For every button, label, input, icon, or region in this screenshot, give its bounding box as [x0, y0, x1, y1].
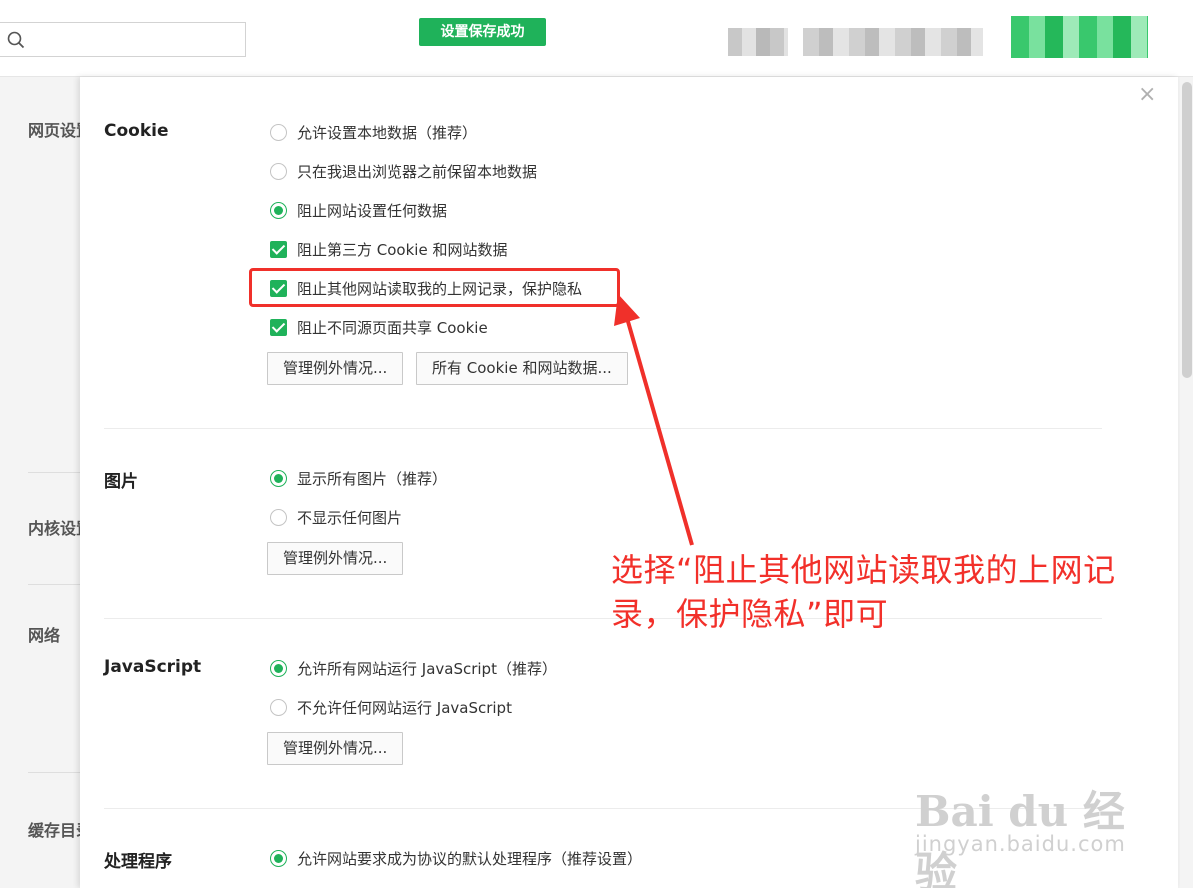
section-title-handlers: 处理程序 [104, 852, 172, 872]
blurred-user-info [803, 28, 983, 56]
radio-button-selected[interactable] [270, 849, 287, 867]
option-block-cross-origin-cookie[interactable]: 阻止不同源页面共享 Cookie [270, 316, 488, 338]
nav-item-network[interactable]: 网络 [28, 622, 80, 646]
baidu-watermark: Bai du 经验 jingyan.baidu.com [915, 760, 1145, 888]
option-label: 不允许任何网站运行 JavaScript [297, 698, 512, 717]
manage-exceptions-button[interactable]: 管理例外情况... [267, 542, 404, 575]
radio-button[interactable] [270, 123, 287, 141]
scrollbar-thumb[interactable] [1182, 82, 1192, 378]
blurred-account-button[interactable] [1011, 16, 1148, 58]
annotation-text: 选择“阻止其他网站读取我的上网记 录，保护隐私”即可 [611, 548, 1171, 636]
section-title-images: 图片 [104, 472, 138, 492]
radio-button[interactable] [270, 698, 287, 716]
search-box[interactable] [0, 22, 246, 57]
option-allow-local-data[interactable]: 允许设置本地数据（推荐） [270, 121, 477, 143]
annotation-line-1: 选择“阻止其他网站读取我的上网记 [611, 551, 1116, 589]
option-label: 显示所有图片（推荐） [297, 469, 448, 488]
nav-divider [28, 472, 82, 473]
manage-exceptions-button[interactable]: 管理例外情况... [267, 732, 404, 765]
radio-button-selected[interactable] [270, 201, 287, 219]
radio-button-selected[interactable] [270, 659, 287, 677]
blurred-user-info [728, 28, 788, 56]
option-label: 阻止第三方 Cookie 和网站数据 [297, 240, 508, 259]
radio-button[interactable] [270, 508, 287, 526]
option-allow-javascript[interactable]: 允许所有网站运行 JavaScript（推荐） [270, 657, 557, 679]
annotation-line-2: 录，保护隐私”即可 [611, 595, 889, 633]
close-icon[interactable]: × [1138, 84, 1156, 106]
option-label: 允许网站要求成为协议的默认处理程序（推荐设置） [297, 849, 643, 868]
radio-button-selected[interactable] [270, 469, 287, 487]
checkbox-checked[interactable] [270, 318, 287, 336]
option-keep-until-exit[interactable]: 只在我退出浏览器之前保留本地数据 [270, 160, 537, 182]
option-show-all-images[interactable]: 显示所有图片（推荐） [270, 467, 447, 489]
highlight-box [249, 268, 620, 307]
section-divider [104, 428, 1102, 429]
option-label: 只在我退出浏览器之前保留本地数据 [297, 162, 538, 181]
nav-item-page-settings[interactable]: 网页设置 [28, 117, 80, 141]
nav-divider [28, 584, 82, 585]
option-hide-all-images[interactable]: 不显示任何图片 [270, 506, 402, 528]
watermark-url: jingyan.baidu.com [915, 832, 1126, 856]
save-success-toast: 设置保存成功 [419, 18, 546, 46]
manage-exceptions-button[interactable]: 管理例外情况... [267, 352, 404, 385]
top-bar: 设置保存成功 [0, 0, 1193, 77]
option-allow-protocol-handlers[interactable]: 允许网站要求成为协议的默认处理程序（推荐设置） [270, 847, 642, 869]
option-label: 允许设置本地数据（推荐） [297, 123, 478, 142]
section-title-javascript: JavaScript [104, 657, 202, 677]
option-block-all-data[interactable]: 阻止网站设置任何数据 [270, 199, 447, 221]
option-label: 阻止不同源页面共享 Cookie [297, 318, 488, 337]
nav-divider [28, 772, 82, 773]
section-title-cookie: Cookie [104, 121, 169, 141]
option-block-javascript[interactable]: 不允许任何网站运行 JavaScript [270, 696, 512, 718]
search-icon [7, 31, 25, 49]
option-label: 阻止网站设置任何数据 [297, 201, 448, 220]
option-label: 允许所有网站运行 JavaScript（推荐） [297, 659, 557, 678]
nav-item-kernel-settings[interactable]: 内核设置 [28, 515, 80, 539]
option-block-third-party-cookie[interactable]: 阻止第三方 Cookie 和网站数据 [270, 238, 507, 260]
option-label: 不显示任何图片 [297, 508, 403, 527]
search-input[interactable] [31, 27, 236, 53]
radio-button[interactable] [270, 162, 287, 180]
nav-item-cache-directory[interactable]: 缓存目录 [28, 817, 80, 841]
left-nav: 网页设置 内核设置 网络 缓存目录 [0, 77, 82, 888]
all-cookies-button[interactable]: 所有 Cookie 和网站数据... [416, 352, 628, 385]
checkbox-checked[interactable] [270, 240, 287, 258]
